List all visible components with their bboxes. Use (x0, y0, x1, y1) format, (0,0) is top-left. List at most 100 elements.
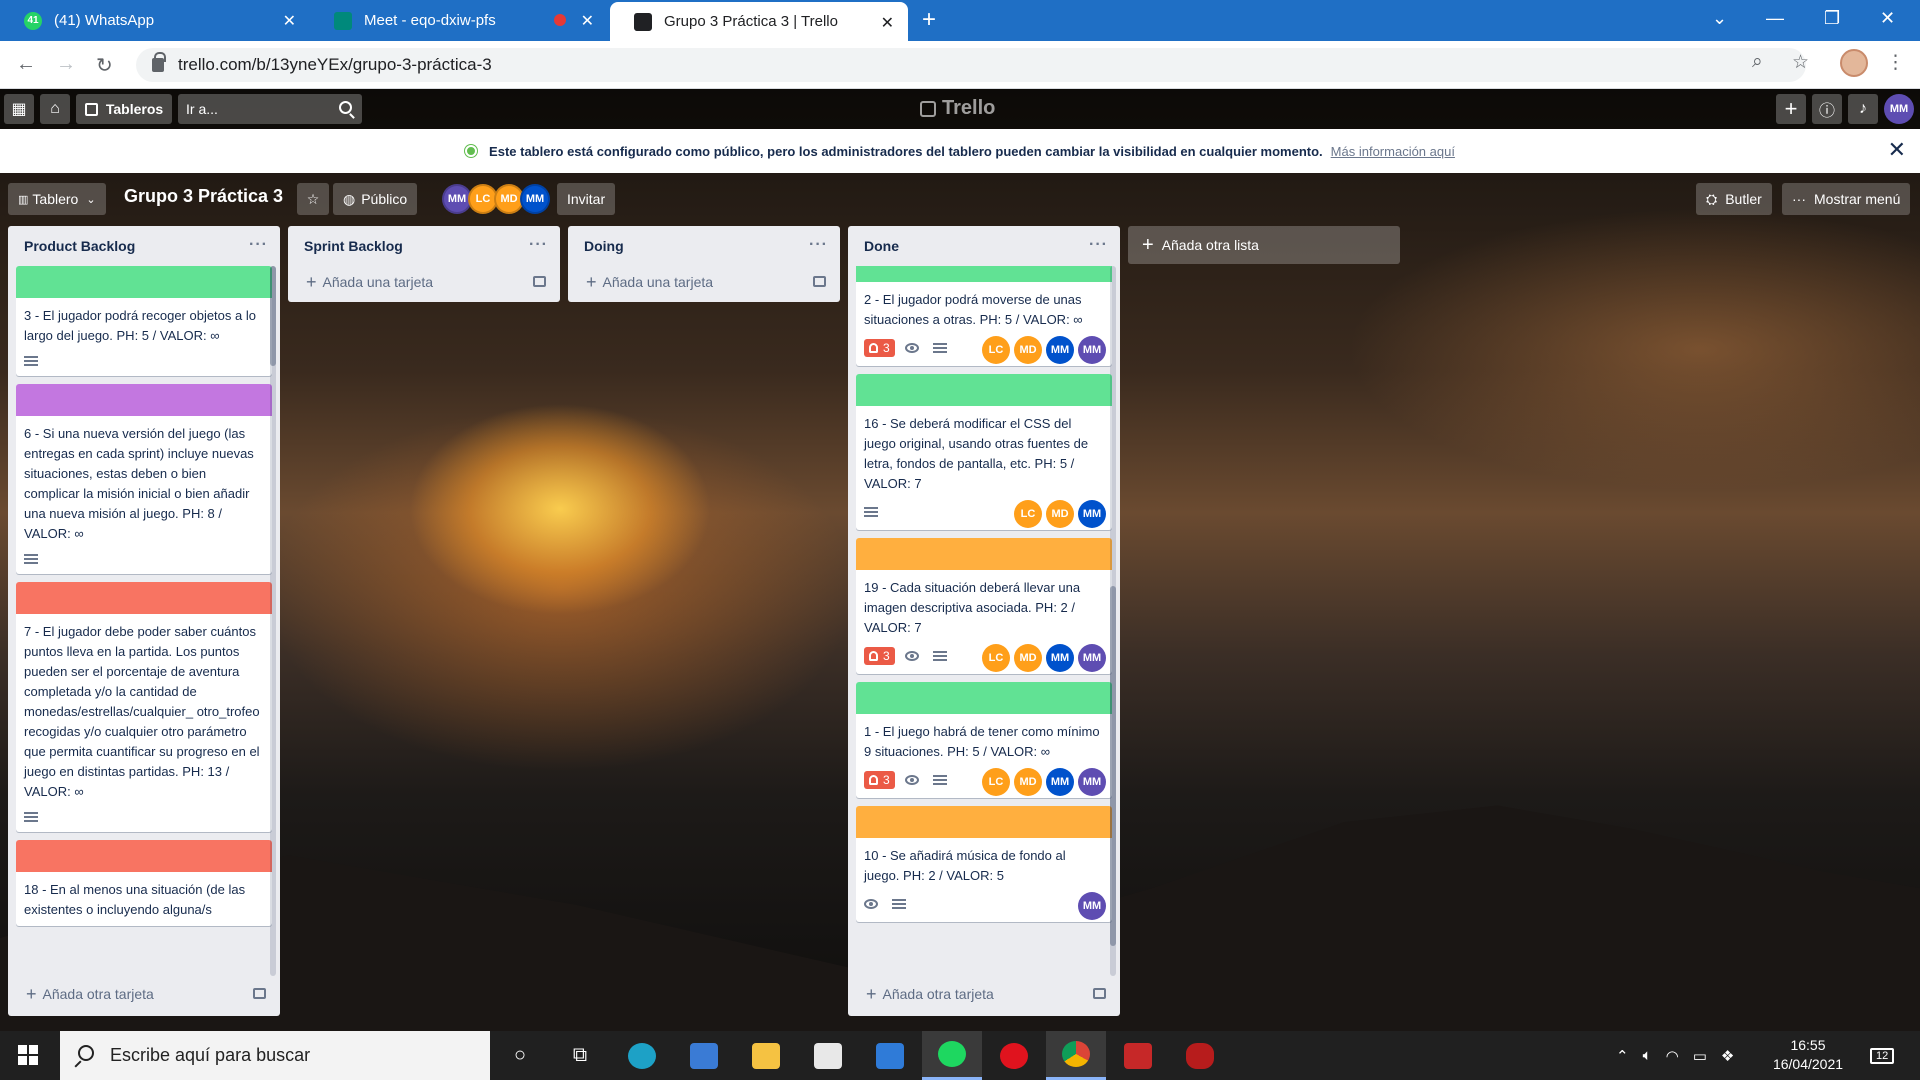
tab-meet[interactable]: Meet - eqo-dxiw-pfs ✕ (310, 0, 608, 41)
star-board-button[interactable]: ☆ (297, 183, 329, 215)
battery-icon[interactable]: ▭ (1693, 1047, 1707, 1065)
taskbar-search-input[interactable]: Escribe aquí para buscar (60, 1031, 490, 1080)
close-icon[interactable]: ✕ (881, 13, 894, 33)
list-title[interactable]: Sprint Backlog (304, 238, 403, 254)
trello-logo[interactable]: Trello (920, 97, 995, 120)
card[interactable]: 3 - El jugador podrá recoger objetos a l… (16, 266, 272, 376)
member-avatar[interactable]: MM (1046, 644, 1074, 672)
board-view-switcher[interactable]: ▥ Tablero ⌄ (8, 183, 106, 215)
card[interactable]: 7 - El jugador debe poder saber cuántos … (16, 582, 272, 832)
card[interactable]: 2 - El jugador podrá moverse de unas sit… (856, 266, 1112, 366)
banner-more-info-link[interactable]: Más información aquí (1331, 144, 1455, 159)
member-avatar[interactable]: MD (1014, 768, 1042, 796)
opera-icon[interactable] (984, 1031, 1044, 1080)
apps-grid-icon[interactable]: ▦ (4, 94, 34, 124)
add-card-button[interactable]: + Añada una tarjeta (288, 266, 560, 298)
list-scrollbar-thumb[interactable] (1110, 586, 1116, 946)
chevron-up-icon[interactable]: ⌃ (1616, 1047, 1629, 1065)
template-icon[interactable] (253, 988, 266, 999)
dropbox-icon[interactable]: ❖ (1721, 1047, 1734, 1065)
add-card-button[interactable]: + Añada otra tarjeta (8, 978, 280, 1010)
member-avatar[interactable]: LC (982, 644, 1010, 672)
profile-avatar[interactable] (1840, 49, 1868, 77)
member-avatar[interactable]: MM (1046, 768, 1074, 796)
card[interactable]: 1 - El juego habrá de tener como mínimo … (856, 682, 1112, 798)
maximize-icon[interactable]: ❐ (1824, 8, 1840, 29)
mail-icon[interactable] (860, 1031, 920, 1080)
notification-center-icon[interactable]: 12 (1870, 1031, 1895, 1080)
home-icon[interactable]: ⌂ (40, 94, 70, 124)
list-menu-icon[interactable]: ··· (809, 236, 828, 254)
new-tab-button[interactable]: + (922, 6, 936, 34)
due-date-badge[interactable]: 3 (864, 771, 895, 789)
butler-button[interactable]: ⛭ Butler (1696, 183, 1772, 215)
list-header[interactable]: Product Backlog ··· (8, 226, 280, 266)
member-avatar[interactable]: MM (1078, 768, 1106, 796)
edge-icon[interactable] (612, 1031, 672, 1080)
chrome-icon[interactable] (1046, 1031, 1106, 1080)
volume-icon[interactable]: 🔈︎ (1643, 1047, 1652, 1064)
menu-kebab-icon[interactable]: ⋮ (1886, 51, 1905, 74)
tab-whatsapp[interactable]: 41 (41) WhatsApp ✕ (0, 0, 310, 41)
cortana-icon[interactable]: ○ (490, 1031, 550, 1080)
member-avatar[interactable]: MM (1078, 892, 1106, 920)
close-icon[interactable]: ✕ (283, 11, 296, 31)
task-view-icon[interactable]: ⧉ (550, 1031, 610, 1080)
due-date-badge[interactable]: 3 (864, 339, 895, 357)
reload-icon[interactable]: ↻ (96, 53, 113, 78)
member-avatar[interactable]: LC (982, 336, 1010, 364)
tab-trello[interactable]: Grupo 3 Práctica 3 | Trello ✕ (610, 2, 908, 41)
spotify-icon[interactable] (922, 1031, 982, 1080)
close-icon[interactable]: ✕ (581, 11, 594, 31)
list-scrollbar-thumb[interactable] (270, 266, 276, 366)
card[interactable]: 6 - Si una nueva versión del juego (las … (16, 384, 272, 574)
template-icon[interactable] (1093, 988, 1106, 999)
member-avatar[interactable]: MD (1014, 644, 1042, 672)
notifications-bell-icon[interactable]: ♪ (1848, 94, 1878, 124)
forward-icon[interactable]: → (56, 53, 76, 76)
due-date-badge[interactable]: 3 (864, 647, 895, 665)
member-avatar[interactable]: MD (1046, 500, 1074, 528)
window-close-icon[interactable]: ✕ (1880, 8, 1895, 29)
url-input[interactable]: trello.com/b/13yneYEx/grupo-3-práctica-3 (136, 48, 1806, 82)
list-menu-icon[interactable]: ··· (1089, 236, 1108, 254)
zoom-icon[interactable]: ⌕ (1752, 51, 1763, 73)
list-header[interactable]: Doing ··· (568, 226, 840, 266)
list-header[interactable]: Done ··· (848, 226, 1120, 266)
add-card-button[interactable]: + Añada una tarjeta (568, 266, 840, 298)
invite-button[interactable]: Invitar (557, 183, 616, 215)
list-title[interactable]: Doing (584, 238, 624, 254)
member-avatar[interactable]: MM (1078, 500, 1106, 528)
taskbar-clock[interactable]: 16:55 16/04/2021 (1766, 1036, 1850, 1074)
banner-close-icon[interactable]: ✕ (1888, 137, 1906, 163)
boards-button[interactable]: Tableros (76, 94, 172, 124)
member-avatar[interactable]: MM (1078, 336, 1106, 364)
star-icon[interactable]: ☆ (1792, 51, 1809, 74)
add-list-button[interactable]: + Añada otra lista (1128, 226, 1400, 264)
board-title[interactable]: Grupo 3 Práctica 3 (124, 186, 283, 207)
list-menu-icon[interactable]: ··· (529, 236, 548, 254)
file-explorer-icon[interactable] (736, 1031, 796, 1080)
back-icon[interactable]: ← (16, 53, 36, 76)
member-avatar[interactable]: LC (982, 768, 1010, 796)
member-avatar[interactable]: MM (1078, 644, 1106, 672)
list-header[interactable]: Sprint Backlog ··· (288, 226, 560, 266)
list-menu-icon[interactable]: ··· (249, 236, 268, 254)
visibility-button[interactable]: ◍ Público (333, 183, 418, 215)
member-avatar[interactable]: MD (1014, 336, 1042, 364)
card[interactable]: 10 - Se añadirá música de fondo al juego… (856, 806, 1112, 922)
template-icon[interactable] (533, 276, 546, 287)
list-title[interactable]: Done (864, 238, 899, 254)
create-icon[interactable]: + (1776, 94, 1806, 124)
list-title[interactable]: Product Backlog (24, 238, 135, 254)
member-avatar[interactable]: MM (520, 184, 550, 214)
windows-start-icon[interactable] (18, 1045, 38, 1065)
user-avatar[interactable]: MM (1884, 94, 1914, 124)
downloads-app-icon[interactable] (1108, 1031, 1168, 1080)
game-app-icon[interactable] (1170, 1031, 1230, 1080)
store-icon[interactable] (798, 1031, 858, 1080)
show-menu-button[interactable]: ··· Mostrar menú (1782, 183, 1911, 215)
card[interactable]: 18 - En al menos una situación (de las e… (16, 840, 272, 926)
wifi-icon[interactable]: ◠ (1666, 1047, 1679, 1065)
minimize-icon[interactable]: — (1766, 8, 1784, 29)
